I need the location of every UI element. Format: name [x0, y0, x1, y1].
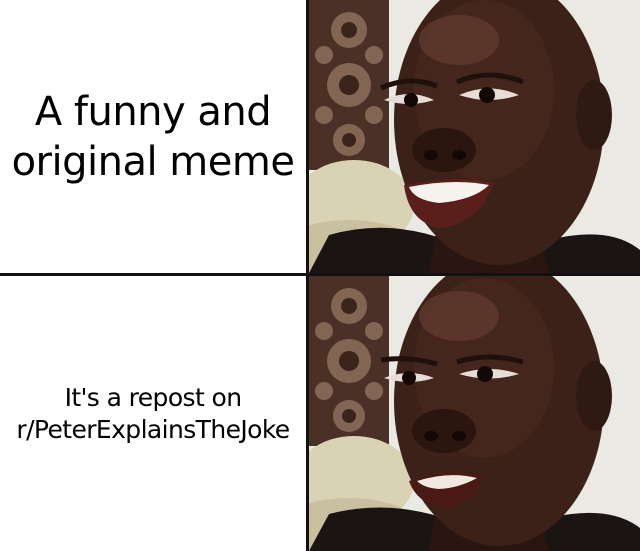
meme-container: A funny and original meme It's a repost … [0, 0, 640, 551]
top-caption-panel: A funny and original meme [0, 0, 306, 273]
horizontal-divider [0, 273, 640, 276]
happy-man-illustration [309, 0, 640, 273]
top-caption: A funny and original meme [11, 88, 295, 185]
bottom-caption: It's a repost on r/PeterExplainsTheJoke [16, 382, 290, 444]
disappointed-man-image [309, 276, 640, 551]
happy-man-image [309, 0, 640, 273]
bottom-caption-panel: It's a repost on r/PeterExplainsTheJoke [0, 276, 306, 551]
disappointed-man-illustration [309, 276, 640, 551]
vertical-divider [306, 0, 309, 551]
